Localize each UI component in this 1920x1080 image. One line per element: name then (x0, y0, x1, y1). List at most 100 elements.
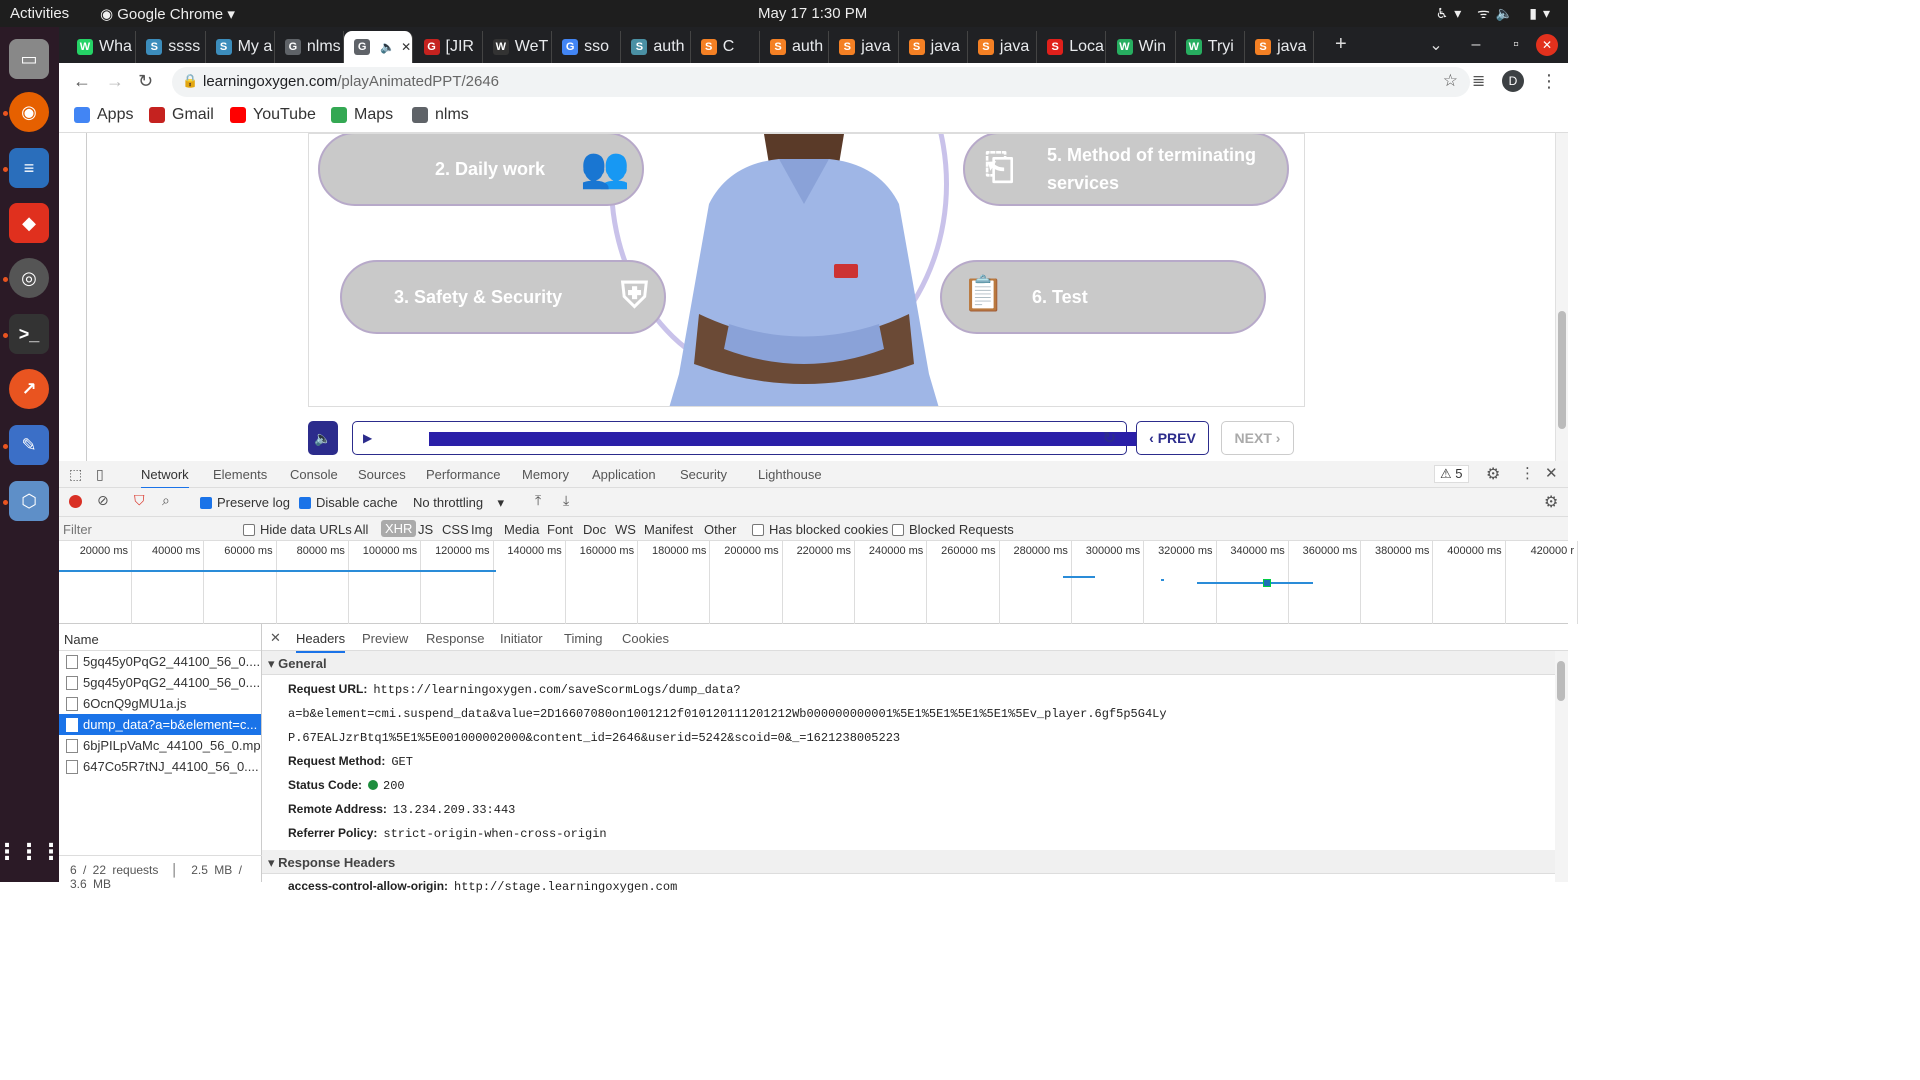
request-row[interactable]: 6OcnQ9gMU1a.js (59, 693, 261, 714)
checkbox-box[interactable] (299, 497, 311, 509)
postman-icon[interactable]: ↗ (9, 369, 49, 409)
scrollbar-thumb[interactable] (1558, 311, 1566, 429)
browser-tab[interactable]: G 🔈 ✕ (344, 31, 414, 63)
detail-tab-cookies[interactable]: Cookies (622, 631, 669, 646)
warnings-badge[interactable]: ⚠ 5 (1434, 465, 1469, 483)
bookmark-star-icon[interactable]: ☆ (1443, 71, 1458, 91)
tab-security[interactable]: Security (680, 467, 727, 482)
prev-button[interactable]: ‹ PREV (1136, 421, 1209, 455)
tab-sources[interactable]: Sources (358, 467, 406, 482)
bookmark-gmail[interactable]: Gmail (149, 106, 214, 124)
browser-tab[interactable]: W WeT (483, 31, 553, 63)
type-filter-ws[interactable]: WS (615, 522, 636, 537)
blocked-requests-checkbox[interactable]: Blocked Requests (892, 522, 1014, 537)
audio-icon[interactable]: 🔈 (380, 40, 395, 54)
type-filter-other[interactable]: Other (704, 522, 737, 537)
restore-button[interactable]: ▫ (1496, 36, 1536, 54)
system-tray[interactable]: ♿▾ ᯤ🔈 ▮▾ (1436, 4, 1556, 23)
tab-performance[interactable]: Performance (426, 467, 500, 482)
address-bar[interactable]: 🔒 learningoxygen.com/playAnimatedPPT/264… (172, 67, 1470, 97)
filter-input[interactable] (63, 520, 226, 538)
media-control-icon[interactable]: ≣ (1472, 71, 1485, 91)
activities-button[interactable]: Activities (10, 5, 69, 22)
tab-elements[interactable]: Elements (213, 467, 267, 482)
browser-tab[interactable]: Sjava (829, 31, 899, 63)
import-har-icon[interactable]: ⤒ (535, 492, 541, 509)
browser-tab[interactable]: SC (691, 31, 760, 63)
clear-icon[interactable]: ⊘ (97, 492, 109, 509)
response-headers-section[interactable]: ▾ Response Headers (262, 850, 1568, 874)
back-button[interactable]: ← (73, 71, 91, 92)
request-row[interactable]: 5gq45y0PqG2_44100_56_0.... (59, 672, 261, 693)
request-row[interactable]: 6bjPILpVaMc_44100_56_0.mp3 (59, 735, 261, 756)
detail-tab-headers[interactable]: Headers (296, 631, 346, 653)
throttling-select[interactable]: No throttling ▾ (413, 495, 504, 511)
writer-icon[interactable]: ≡ (9, 148, 49, 188)
tab-search-icon[interactable]: ⌄ (1416, 35, 1456, 55)
lock-icon[interactable]: 🔒 (182, 73, 198, 89)
detail-tab-preview[interactable]: Preview (362, 631, 408, 646)
tab-network[interactable]: Network (141, 467, 189, 489)
browser-tab[interactable]: S My a (206, 31, 275, 63)
browser-tab[interactable]: Sjava (968, 31, 1038, 63)
bookmark-apps[interactable]: Apps (74, 106, 133, 124)
network-timeline[interactable]: 20000 ms 40000 ms 60000 ms 80000 ms 100000 m… (59, 541, 1578, 624)
request-row[interactable]: 647Co5R7tNJ_44100_56_0.... (59, 756, 261, 777)
preserve-log-checkbox[interactable]: Preserve log (200, 495, 290, 510)
browser-tab[interactable]: Sjava (899, 31, 968, 63)
app-menu[interactable]: ◉ Google Chrome ▾ (100, 5, 235, 23)
tab-lighthouse[interactable]: Lighthouse (758, 467, 822, 482)
type-filter-doc[interactable]: Doc (583, 522, 606, 537)
close-tab-icon[interactable]: ✕ (401, 40, 411, 54)
chrome-icon[interactable]: ◎ (9, 258, 49, 298)
browser-tab[interactable]: Sauth (760, 31, 830, 63)
type-filter-manifest[interactable]: Manifest (644, 522, 693, 537)
bookmark-youtube[interactable]: YouTube (230, 106, 316, 124)
browser-tab[interactable]: Sauth (621, 31, 691, 63)
type-filter-all[interactable]: All (354, 522, 368, 537)
scrollbar-thumb[interactable] (1557, 661, 1565, 701)
checkbox-box[interactable] (200, 497, 212, 509)
profile-avatar[interactable]: D (1502, 70, 1524, 92)
files-icon[interactable]: ▭ (9, 39, 49, 79)
terminal-icon[interactable]: >_ (9, 314, 49, 354)
tab-memory[interactable]: Memory (522, 467, 569, 482)
browser-tab[interactable]: W Tryi (1176, 31, 1246, 63)
request-row[interactable]: 5gq45y0PqG2_44100_56_0.... (59, 651, 261, 672)
filter-icon[interactable]: ⛉ (134, 492, 145, 509)
clock[interactable]: May 17 1:30 PM (758, 5, 867, 22)
type-filter-xhr[interactable]: XHR (381, 520, 417, 537)
virtualbox-icon[interactable]: ⬡ (9, 481, 49, 521)
type-filter-font[interactable]: Font (547, 522, 573, 537)
checkbox-box[interactable] (892, 524, 904, 536)
export-har-icon[interactable]: ⤓ (563, 492, 569, 509)
disable-cache-checkbox[interactable]: Disable cache (299, 495, 398, 510)
play-icon[interactable]: ▶ (363, 431, 372, 445)
general-section-header[interactable]: ▾ General (262, 651, 1568, 675)
browser-tab[interactable]: W Wha (67, 31, 137, 63)
detail-tab-response[interactable]: Response (426, 631, 485, 646)
search-icon[interactable]: ⌕ (162, 492, 170, 509)
more-options-icon[interactable]: ⋮ (1520, 464, 1535, 482)
browser-tab[interactable]: Gsso (552, 31, 622, 63)
browser-tab[interactable]: W Win (1107, 31, 1176, 63)
tab-console[interactable]: Console (290, 467, 338, 482)
detail-tab-initiator[interactable]: Initiator (500, 631, 543, 646)
detail-tab-timing[interactable]: Timing (564, 631, 603, 646)
tab-application[interactable]: Application (592, 467, 656, 482)
menu-kebab-icon[interactable]: ⋮ (1540, 71, 1558, 92)
close-window-button[interactable]: ✕ (1536, 34, 1558, 56)
minimize-button[interactable]: – (1456, 36, 1496, 54)
network-settings-icon[interactable]: ⚙ (1544, 492, 1558, 512)
browser-tab[interactable]: S Loca (1037, 31, 1107, 63)
browser-tab[interactable]: Sssss (136, 31, 206, 63)
type-filter-img[interactable]: Img (471, 522, 493, 537)
anydesk-icon[interactable]: ◆ (9, 203, 49, 243)
device-toolbar-icon[interactable]: ▯ (96, 466, 104, 483)
request-row[interactable]: dump_data?a=b&element=c... (59, 714, 261, 735)
page-scrollbar[interactable] (1555, 133, 1568, 461)
volume-button[interactable]: 🔈 (308, 421, 338, 455)
new-tab-button[interactable]: + (1335, 33, 1347, 56)
type-filter-js[interactable]: JS (418, 522, 433, 537)
inspect-element-icon[interactable]: ⬚ (69, 466, 82, 483)
